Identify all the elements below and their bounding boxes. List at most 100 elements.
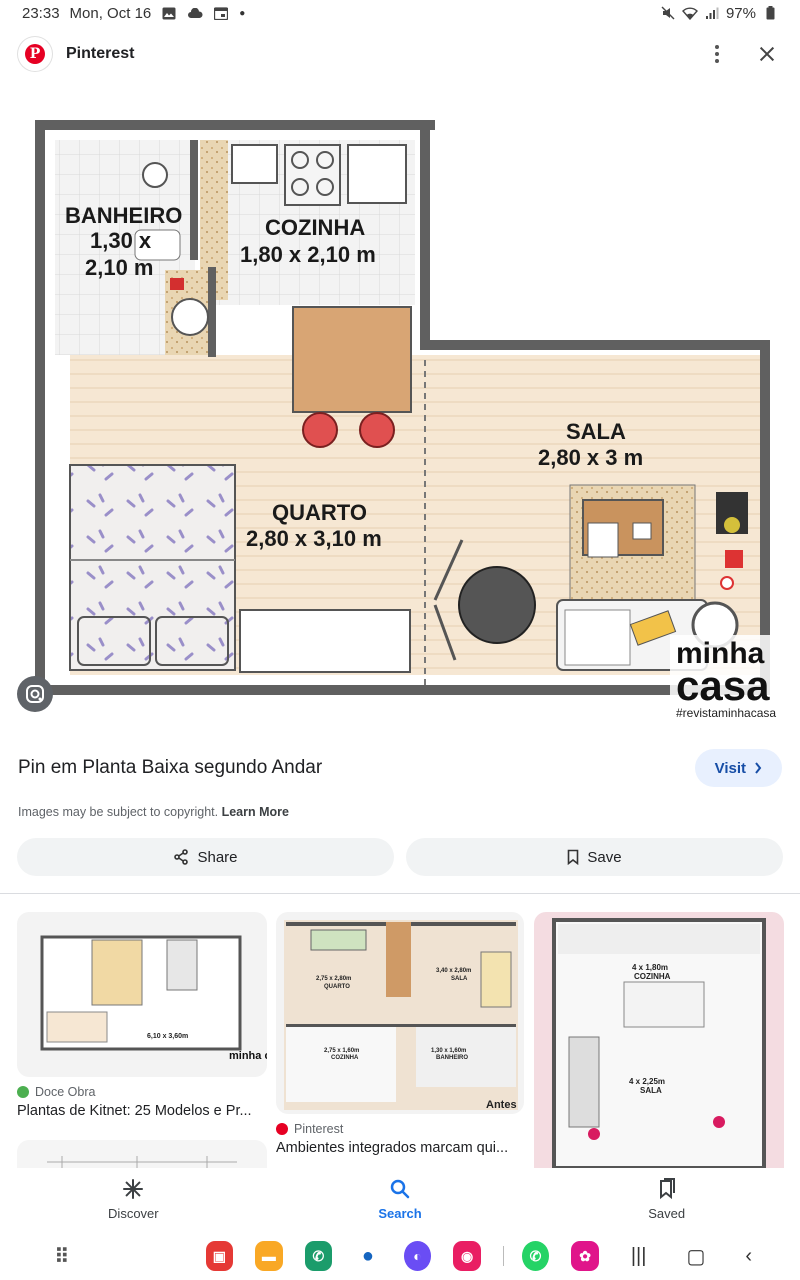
room-label-sala: SALA [566,419,626,444]
nav-discover[interactable]: Discover [0,1168,267,1230]
dock-separator [502,1246,504,1266]
messages-app-icon[interactable]: ● [354,1241,382,1271]
search-icon [390,1179,410,1198]
room-size-banheiro-b: 2,10 m [85,255,154,280]
thumb-label: 4 x 2,25m [629,1077,665,1086]
thumb-label: SALA [640,1086,662,1095]
status-bar: 23:33 Mon, Oct 16 ● 97% [0,0,800,26]
flower-app-icon[interactable]: ✿ [571,1241,599,1271]
thumb-label: SALA [451,976,468,982]
pinterest-favicon-icon [276,1123,288,1135]
thumb-label: Antes [486,1099,517,1111]
battery-level: 97% [725,4,756,22]
related-card[interactable]: 6,10 x 3,60m minha casa Doce Obra Planta… [17,912,267,1119]
visit-label: Visit [714,759,746,777]
thumb-label: 2,75 x 2,80m [316,976,351,982]
room-label-quarto: QUARTO [272,500,367,525]
room-label-banheiro: BANHEIRO [65,203,182,228]
nav-saved-label: Saved [648,1205,686,1221]
discover-icon [123,1178,144,1199]
copyright-notice: Images may be subject to copyright. Lear… [18,805,289,819]
whatsapp-app-icon[interactable]: ✆ [521,1241,550,1271]
camera-app-icon[interactable]: ◉ [453,1241,481,1271]
status-time: 23:33 [22,4,60,22]
internet-app-icon[interactable]: ◐ [403,1241,432,1271]
room-size-cozinha: 1,80 x 2,10 m [240,242,376,267]
site-name: Pinterest [66,45,135,62]
recent-apps-icon[interactable]: ||| [631,1245,647,1268]
save-button[interactable]: Save [406,838,783,876]
close-icon[interactable] [752,39,782,69]
google-lens-button[interactable] [17,676,53,712]
thumb-label: 3,40 x 2,80m [436,968,471,974]
share-icon [174,849,189,865]
related-thumbnail[interactable]: 2,75 x 2,80m QUARTO 3,40 x 2,80m SALA 2,… [276,912,524,1114]
room-size-sala: 2,80 x 3 m [538,445,643,470]
pinterest-logo-icon: P [18,37,52,71]
save-label: Save [587,848,622,866]
more-options-icon[interactable] [702,39,732,69]
floor-plan-image[interactable]: BANHEIRO 1,30 x 2,10 m COZINHA 1,80 x 2,… [0,95,800,730]
related-card-partial[interactable] [17,1140,267,1168]
files-app-icon[interactable]: ▬ [255,1241,283,1271]
doce-obra-favicon-icon [17,1086,29,1098]
share-label: Share [197,848,238,866]
svg-text:#revistaminhacasa: #revistaminhacasa [676,706,776,720]
visit-button[interactable]: Visit [694,749,782,787]
bookmark-icon [568,849,579,865]
pin-title: Pin em Planta Baixa segundo Andar [18,757,323,778]
gallery-icon [161,6,177,20]
related-thumbnail[interactable]: 4 x 1,80m COZINHA 4 x 2,25m SALA [534,912,784,1168]
bottom-navigation: Discover Search Saved [0,1168,800,1230]
minha-casa-watermark: minha casa #revistaminhacasa [670,635,792,727]
chevron-right-icon [755,762,762,774]
related-card[interactable]: 4 x 1,80m COZINHA 4 x 2,25m SALA [534,912,784,1168]
room-size-quarto: 2,80 x 3,10 m [246,526,382,551]
pin-title-row: Pin em Planta Baixa segundo Andar Visit [0,748,800,788]
signal-icon [704,6,720,20]
calendar-icon [213,6,229,20]
thumb-label: 4 x 1,80m [632,963,668,972]
thumb-label: BANHEIRO [436,1055,468,1061]
share-button[interactable]: Share [17,838,394,876]
svg-text:casa: casa [676,662,770,709]
phone-app-icon[interactable]: ✆ [304,1241,333,1271]
flipboard-app-icon[interactable]: ▣ [205,1241,234,1271]
thumb-label: COZINHA [634,972,671,981]
related-title: Plantas de Kitnet: 25 Modelos e Pr... [17,1103,252,1119]
mute-icon [660,6,676,20]
nav-search[interactable]: Search [267,1168,534,1230]
thumb-label: 2,75 x 1,60m [324,1048,359,1054]
lens-icon [26,685,44,703]
browser-header: P Pinterest [0,34,800,74]
nav-saved[interactable]: Saved [533,1168,800,1230]
home-icon[interactable]: ▢ [686,1244,705,1269]
app-drawer-icon[interactable]: ⠿ [48,1241,76,1271]
related-card[interactable]: 2,75 x 2,80m QUARTO 3,40 x 2,80m SALA 2,… [276,912,524,1156]
saved-collections-icon [659,1177,675,1199]
thumb-brand: minha casa [229,1050,267,1062]
copyright-text: Images may be subject to copyright. [18,805,219,819]
back-icon[interactable]: ‹ [745,1245,752,1268]
room-label-cozinha: COZINHA [265,215,365,240]
status-date: Mon, Oct 16 [69,4,152,22]
nav-discover-label: Discover [108,1205,159,1221]
thumb-label: 6,10 x 3,60m [147,1033,188,1040]
android-taskbar: ⠿ ▣ ▬ ✆ ● ◐ ◉ ✆ ✿ ||| ▢ ‹ [0,1232,800,1280]
cloud-icon [187,6,203,20]
related-thumbnail[interactable]: 6,10 x 3,60m minha casa [17,912,267,1077]
related-source: Pinterest [294,1122,344,1136]
battery-icon [762,6,778,20]
thumb-label: COZINHA [331,1055,359,1061]
learn-more-link[interactable]: Learn More [222,805,289,819]
related-thumbnail[interactable] [17,1140,267,1168]
action-row: Share Save [17,838,783,876]
divider [0,893,800,894]
room-size-banheiro-a: 1,30 x [90,228,152,253]
thumb-label: QUARTO [324,984,350,990]
notification-dot-icon: ● [239,7,246,19]
wifi-icon [682,6,698,20]
nav-search-label: Search [378,1205,422,1221]
related-title: Ambientes integrados marcam qui... [276,1140,509,1156]
related-source: Doce Obra [35,1085,96,1099]
